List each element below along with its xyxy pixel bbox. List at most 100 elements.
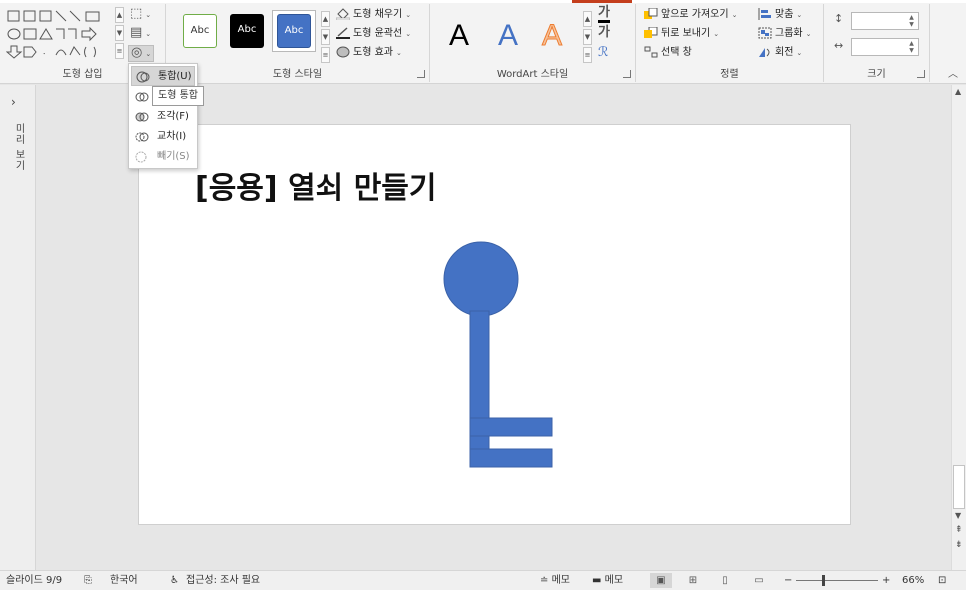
- active-tab-indicator: [572, 0, 632, 3]
- fragment-icon: [135, 111, 149, 123]
- vertical-scrollbar[interactable]: ▲ ▼ ⇞ ⇟: [951, 85, 966, 570]
- send-backward-button[interactable]: 뒤로 보내기 ⌄: [644, 25, 719, 43]
- bring-forward-label: 앞으로 가져오기: [661, 9, 729, 20]
- fit-slide-icon[interactable]: ⊡: [938, 571, 946, 590]
- scroll-thumb[interactable]: [953, 465, 965, 509]
- notes-label: 메모: [551, 575, 570, 586]
- thumbnails-label[interactable]: 미리 보기: [8, 123, 26, 171]
- shape-gallery[interactable]: ㆍ: [5, 7, 118, 61]
- zoom-slider[interactable]: [796, 580, 878, 581]
- scroll-up-icon[interactable]: ▲: [955, 87, 961, 96]
- height-field[interactable]: ▲ ▼: [851, 12, 919, 30]
- intersect-icon: [135, 131, 149, 143]
- group-button[interactable]: 그룹화 ⌄: [758, 25, 811, 43]
- rotate-button[interactable]: 회전 ⌄: [758, 44, 802, 62]
- menu-item-intersect[interactable]: 교차(I): [131, 127, 195, 147]
- wordart-scroll-up[interactable]: ▲: [583, 11, 592, 27]
- accessibility-icon[interactable]: ♿: [170, 571, 179, 590]
- spellcheck-icon[interactable]: ⎘: [84, 571, 92, 590]
- text-effects-icon[interactable]: ℛ: [598, 46, 608, 60]
- bring-forward-button[interactable]: 앞으로 가져오기 ⌄: [644, 6, 737, 24]
- collapse-ribbon-icon[interactable]: ︿: [948, 68, 958, 82]
- wordart-more[interactable]: ≡: [583, 47, 592, 63]
- zoom-in-icon[interactable]: +: [882, 571, 890, 590]
- next-slide-icon[interactable]: ⇟: [955, 540, 963, 550]
- wordart-style-black[interactable]: A: [449, 20, 469, 52]
- width-spin-down-icon[interactable]: ▼: [907, 47, 916, 54]
- slide-sorter-icon[interactable]: ⊞: [682, 573, 704, 588]
- notes-button[interactable]: ≐ 메모: [540, 571, 570, 590]
- menu-item-subtract[interactable]: 빼기(S): [131, 147, 195, 167]
- send-backward-label: 뒤로 보내기: [661, 28, 711, 39]
- key-head-circle[interactable]: [443, 241, 519, 317]
- menu-item-fragment[interactable]: 조각(F): [131, 107, 195, 127]
- text-fill-icon[interactable]: 가: [598, 6, 610, 23]
- group-label: 그룹화: [775, 28, 803, 39]
- width-spin-up-icon[interactable]: ▲: [907, 40, 916, 47]
- edit-shape-icon[interactable]: ⬚ ⌄: [130, 7, 151, 22]
- group-arrange: 앞으로 가져오기 ⌄ 뒤로 보내기 ⌄ 선택 창 맞춤 ⌄ 그룹화 ⌄ 회전 ⌄ 정렬: [636, 4, 824, 82]
- slide-counter[interactable]: 슬라이드 9/9: [6, 571, 62, 590]
- shape-gallery-more[interactable]: ≡: [115, 43, 124, 59]
- group-label-shape-styles: 도형 스타일: [272, 69, 323, 80]
- accessibility-status[interactable]: 접근성: 조사 필요: [186, 571, 260, 590]
- comments-button[interactable]: ▬ 메모: [592, 571, 623, 590]
- previous-slide-icon[interactable]: ⇞: [955, 525, 963, 535]
- shape-styles-more[interactable]: ≡: [321, 47, 330, 63]
- chevron-down-icon: ⌄: [713, 30, 720, 38]
- shape-outline-label: 도형 윤곽선: [353, 28, 403, 39]
- group-label-arrange: 정렬: [720, 69, 739, 80]
- chevron-down-icon: ⌄: [796, 11, 803, 19]
- subtract-icon: [135, 151, 149, 163]
- group-icon: [758, 27, 772, 39]
- shape-gallery-scroll-down[interactable]: ▼: [115, 25, 124, 41]
- wordart-scroll-down[interactable]: ▼: [583, 29, 592, 45]
- align-label: 맞춤: [775, 9, 794, 20]
- rotate-label: 회전: [775, 47, 794, 58]
- normal-view-icon[interactable]: ▣: [650, 573, 672, 588]
- zoom-slider-thumb[interactable]: [822, 575, 826, 586]
- height-spin-up-icon[interactable]: ▲: [907, 14, 916, 21]
- wordart-style-blue[interactable]: A: [498, 20, 518, 52]
- selection-pane-button[interactable]: 선택 창: [644, 44, 692, 62]
- height-spin-down-icon[interactable]: ▼: [907, 21, 916, 28]
- shape-outline-button[interactable]: 도형 윤곽선 ⌄: [336, 25, 411, 43]
- slide-canvas[interactable]: [응용] 열쇠 만들기: [138, 124, 851, 525]
- key-tooth-lower[interactable]: [469, 448, 553, 468]
- group-label-size: 크기: [867, 69, 886, 80]
- merge-shapes-button[interactable]: ◎ ⌄: [128, 45, 155, 62]
- shape-style-blue[interactable]: Abc: [277, 14, 311, 48]
- shape-effects-label: 도형 효과: [353, 47, 393, 58]
- slideshow-icon[interactable]: ▭: [748, 573, 770, 588]
- shape-styles-scroll-up[interactable]: ▲: [321, 11, 330, 27]
- reading-view-icon[interactable]: ▯: [714, 573, 736, 588]
- expand-thumbnails-icon[interactable]: ›: [11, 95, 16, 109]
- shape-style-black[interactable]: Abc: [230, 14, 264, 48]
- shape-fill-button[interactable]: 도형 채우기 ⌄: [335, 6, 411, 24]
- wordart-style-orange[interactable]: A: [541, 19, 562, 52]
- zoom-level[interactable]: 66%: [902, 571, 924, 590]
- status-bar: 슬라이드 9/9 ⎘ 한국어 ♿ 접근성: 조사 필요 ≐ 메모 ▬ 메모 ▣ …: [0, 570, 966, 590]
- shape-effects-button[interactable]: 도형 효과 ⌄: [336, 44, 402, 62]
- thumbnail-pane-collapsed: › 미리 보기: [0, 85, 36, 570]
- align-button[interactable]: 맞춤 ⌄: [758, 6, 802, 24]
- shape-style-outline[interactable]: Abc: [183, 14, 217, 48]
- shape-styles-scroll-down[interactable]: ▼: [321, 29, 330, 45]
- width-field[interactable]: ▲ ▼: [851, 38, 919, 56]
- text-outline-icon[interactable]: 가: [598, 26, 610, 40]
- language-indicator[interactable]: 한국어: [110, 571, 138, 590]
- zoom-out-icon[interactable]: −: [784, 571, 792, 590]
- align-icon: [758, 8, 772, 20]
- group-shape-styles: Abc Abc Abc ▲ ▼ ≡ 도형 채우기 ⌄ 도형 윤곽선 ⌄ 도형 효과 ⌄…: [166, 4, 430, 82]
- menu-item-union[interactable]: 통합(U): [131, 66, 195, 86]
- width-icon: ↔: [834, 39, 844, 52]
- shape-fill-label: 도형 채우기: [353, 9, 403, 20]
- text-box-icon[interactable]: ▤ ⌄: [130, 26, 151, 41]
- pen-icon: [336, 27, 350, 39]
- shape-gallery-scroll-up[interactable]: ▲: [115, 7, 124, 23]
- key-tooth-upper[interactable]: [469, 417, 553, 437]
- svg-text:ㆍ: ㆍ: [40, 50, 48, 60]
- comments-label: 메모: [604, 575, 624, 586]
- scroll-down-icon[interactable]: ▼: [955, 511, 961, 520]
- key-shaft-rect[interactable]: [469, 310, 490, 468]
